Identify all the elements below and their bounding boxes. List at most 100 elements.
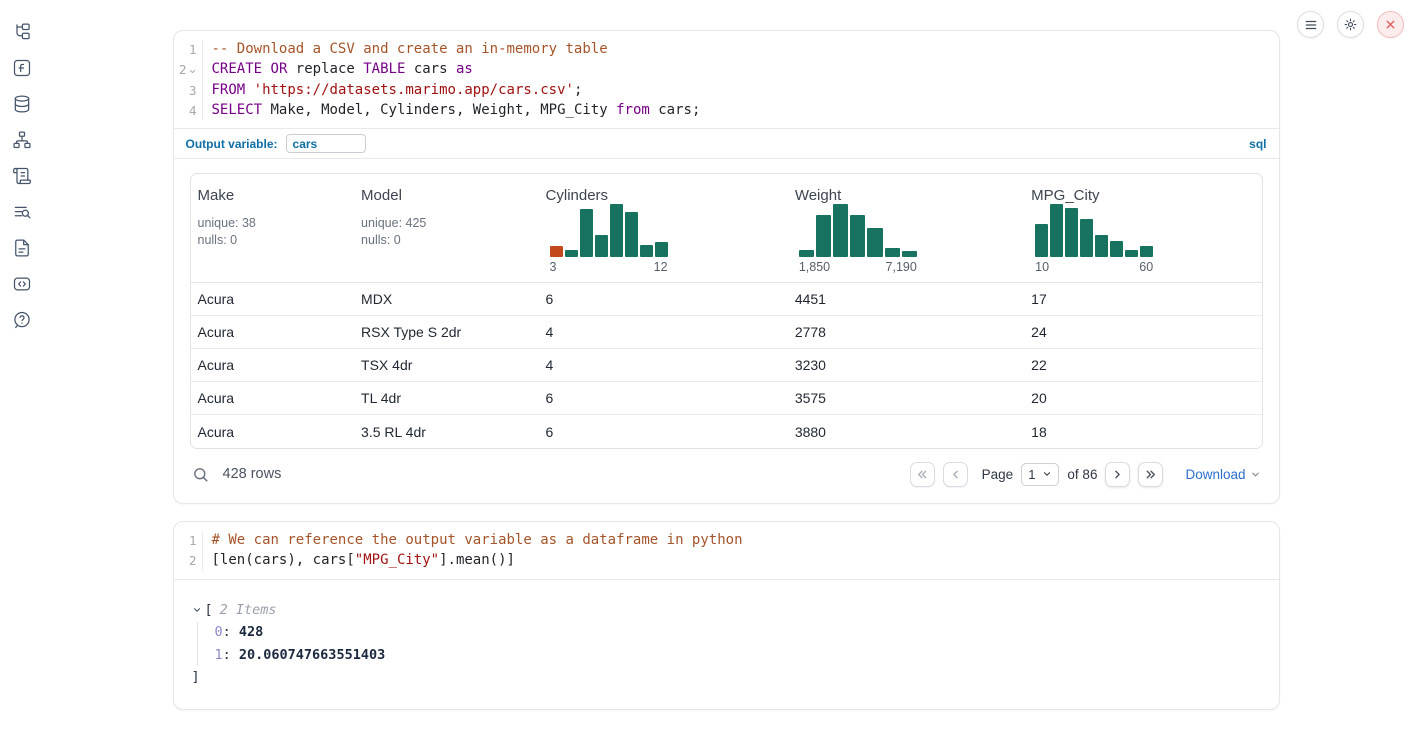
histogram-bars <box>799 204 917 257</box>
line-number: 2 <box>174 551 202 571</box>
stat-line: unique: 38 <box>198 215 355 232</box>
last-page-button[interactable] <box>1138 462 1163 487</box>
sidebar-item-scroll[interactable] <box>12 166 32 186</box>
sitemap-icon <box>12 130 32 150</box>
output-variable-row: Output variable: sql <box>174 128 1279 158</box>
shutdown-button[interactable] <box>1377 11 1404 38</box>
next-page-button[interactable] <box>1105 462 1130 487</box>
histogram-bar <box>902 251 917 257</box>
column-title: Model <box>361 187 538 204</box>
column-title: Make <box>198 187 355 204</box>
python-cell-output: [ 2 Items 0: 4281: 20.060747663551403 ] <box>174 579 1279 709</box>
stat-line: nulls: 0 <box>361 232 538 249</box>
tree-item-colon: : <box>223 647 239 663</box>
output-variable-input[interactable] <box>286 134 366 153</box>
column-histogram: 1060 <box>1035 204 1153 274</box>
gear-icon <box>1343 17 1358 32</box>
settings-button[interactable] <box>1337 11 1364 38</box>
histogram-bar <box>833 204 848 257</box>
snippets-icon <box>12 274 32 294</box>
table-cell: Acura <box>191 357 355 373</box>
chevrons-left-icon <box>916 468 929 481</box>
sidebar-item-sitemap[interactable] <box>12 130 32 150</box>
table-cell: 17 <box>1024 291 1261 307</box>
search-icon <box>192 466 209 483</box>
table-cell: 4451 <box>788 291 1024 307</box>
sidebar-item-document[interactable] <box>12 238 32 258</box>
table-cell: 3230 <box>788 357 1024 373</box>
tree-collapse-chevron-icon[interactable] <box>192 605 202 615</box>
table-cell: 3880 <box>788 424 1024 440</box>
menu-button[interactable] <box>1297 11 1324 38</box>
prev-page-button[interactable] <box>943 462 968 487</box>
table-cell: 18 <box>1024 424 1261 440</box>
line-number: 1 <box>174 531 202 551</box>
code-text: SELECT Make, Model, Cylinders, Weight, M… <box>202 101 1279 121</box>
download-button[interactable]: Download <box>1185 467 1260 482</box>
sidebar-item-search-list[interactable] <box>12 202 32 222</box>
help-icon <box>12 310 32 330</box>
page-select[interactable]: 1 <box>1021 463 1059 486</box>
file-tree-icon <box>12 22 32 42</box>
page-label: Page <box>982 467 1014 482</box>
table-row: AcuraTSX 4dr4323022 <box>191 349 1262 382</box>
histogram-bars <box>550 204 668 257</box>
first-page-button[interactable] <box>910 462 935 487</box>
list-output-tree: [ 2 Items 0: 4281: 20.060747663551403 ] <box>190 592 1263 693</box>
sql-editor[interactable]: 1-- Download a CSV and create an in-memo… <box>174 31 1279 128</box>
tree-item-value: 428 <box>239 624 263 640</box>
python-editor[interactable]: 1# We can reference the output variable … <box>174 522 1279 578</box>
sidebar <box>0 0 44 729</box>
table-cell: 6 <box>539 424 788 440</box>
table-body: AcuraMDX6445117AcuraRSX Type S 2dr427782… <box>191 283 1262 448</box>
histogram-bar <box>799 250 814 257</box>
database-icon <box>12 94 32 114</box>
search-button[interactable] <box>192 466 209 483</box>
code-text: [len(cars), cars["MPG_City"].mean()] <box>202 551 1279 571</box>
sidebar-item-snippets[interactable] <box>12 274 32 294</box>
tree-close-bracket: ] <box>192 667 1261 689</box>
table-cell: 2778 <box>788 324 1024 340</box>
chevron-down-icon <box>1250 469 1261 480</box>
tree-item-colon: : <box>223 624 239 640</box>
tree-item: 1: 20.060747663551403 <box>215 645 1261 667</box>
code-text: CREATE OR replace TABLE cars as <box>202 60 1279 82</box>
axis-max-label: 12 <box>654 260 668 274</box>
topbar-actions <box>1297 11 1404 38</box>
histogram-bar <box>850 215 865 257</box>
chevrons-right-icon <box>1144 468 1157 481</box>
sidebar-item-database[interactable] <box>12 94 32 114</box>
column-header-mpg_city[interactable]: MPG_City1060 <box>1024 187 1261 274</box>
tree-item-key: 0 <box>215 624 223 640</box>
code-text: # We can reference the output variable a… <box>202 531 1279 551</box>
column-title: MPG_City <box>1031 187 1261 204</box>
column-header-model[interactable]: Modelunique: 425nulls: 0 <box>354 187 538 274</box>
histogram-axis: 312 <box>550 260 668 274</box>
column-title: Cylinders <box>546 187 788 204</box>
sidebar-item-help[interactable] <box>12 310 32 330</box>
chevron-left-icon <box>949 468 962 481</box>
function-icon <box>12 58 32 78</box>
table-cell: Acura <box>191 424 355 440</box>
table-footer: 428 rows Page 1 of 86 <box>190 457 1263 491</box>
column-header-make[interactable]: Makeunique: 38nulls: 0 <box>191 187 355 274</box>
code-line: 2CREATE OR replace TABLE cars as <box>174 60 1279 82</box>
histogram-bar <box>1035 224 1048 257</box>
line-number: 4 <box>174 101 202 121</box>
tree-item: 0: 428 <box>215 622 1261 644</box>
tree-item-value: 20.060747663551403 <box>239 647 385 663</box>
fold-chevron-icon[interactable] <box>188 62 197 82</box>
histogram-bars <box>1035 204 1153 257</box>
column-header-weight[interactable]: Weight1,8507,190 <box>788 187 1024 274</box>
code-line: 1# We can reference the output variable … <box>174 531 1279 551</box>
axis-min-label: 1,850 <box>799 260 830 274</box>
table-cell: RSX Type S 2dr <box>354 324 538 340</box>
column-histogram: 312 <box>550 204 668 274</box>
sidebar-item-function[interactable] <box>12 58 32 78</box>
axis-min-label: 10 <box>1035 260 1049 274</box>
column-header-cylinders[interactable]: Cylinders 312 <box>539 187 788 274</box>
line-number: 1 <box>174 40 202 60</box>
table-cell: 4 <box>539 357 788 373</box>
table-cell: 4 <box>539 324 788 340</box>
sidebar-item-file-tree[interactable] <box>12 22 32 42</box>
